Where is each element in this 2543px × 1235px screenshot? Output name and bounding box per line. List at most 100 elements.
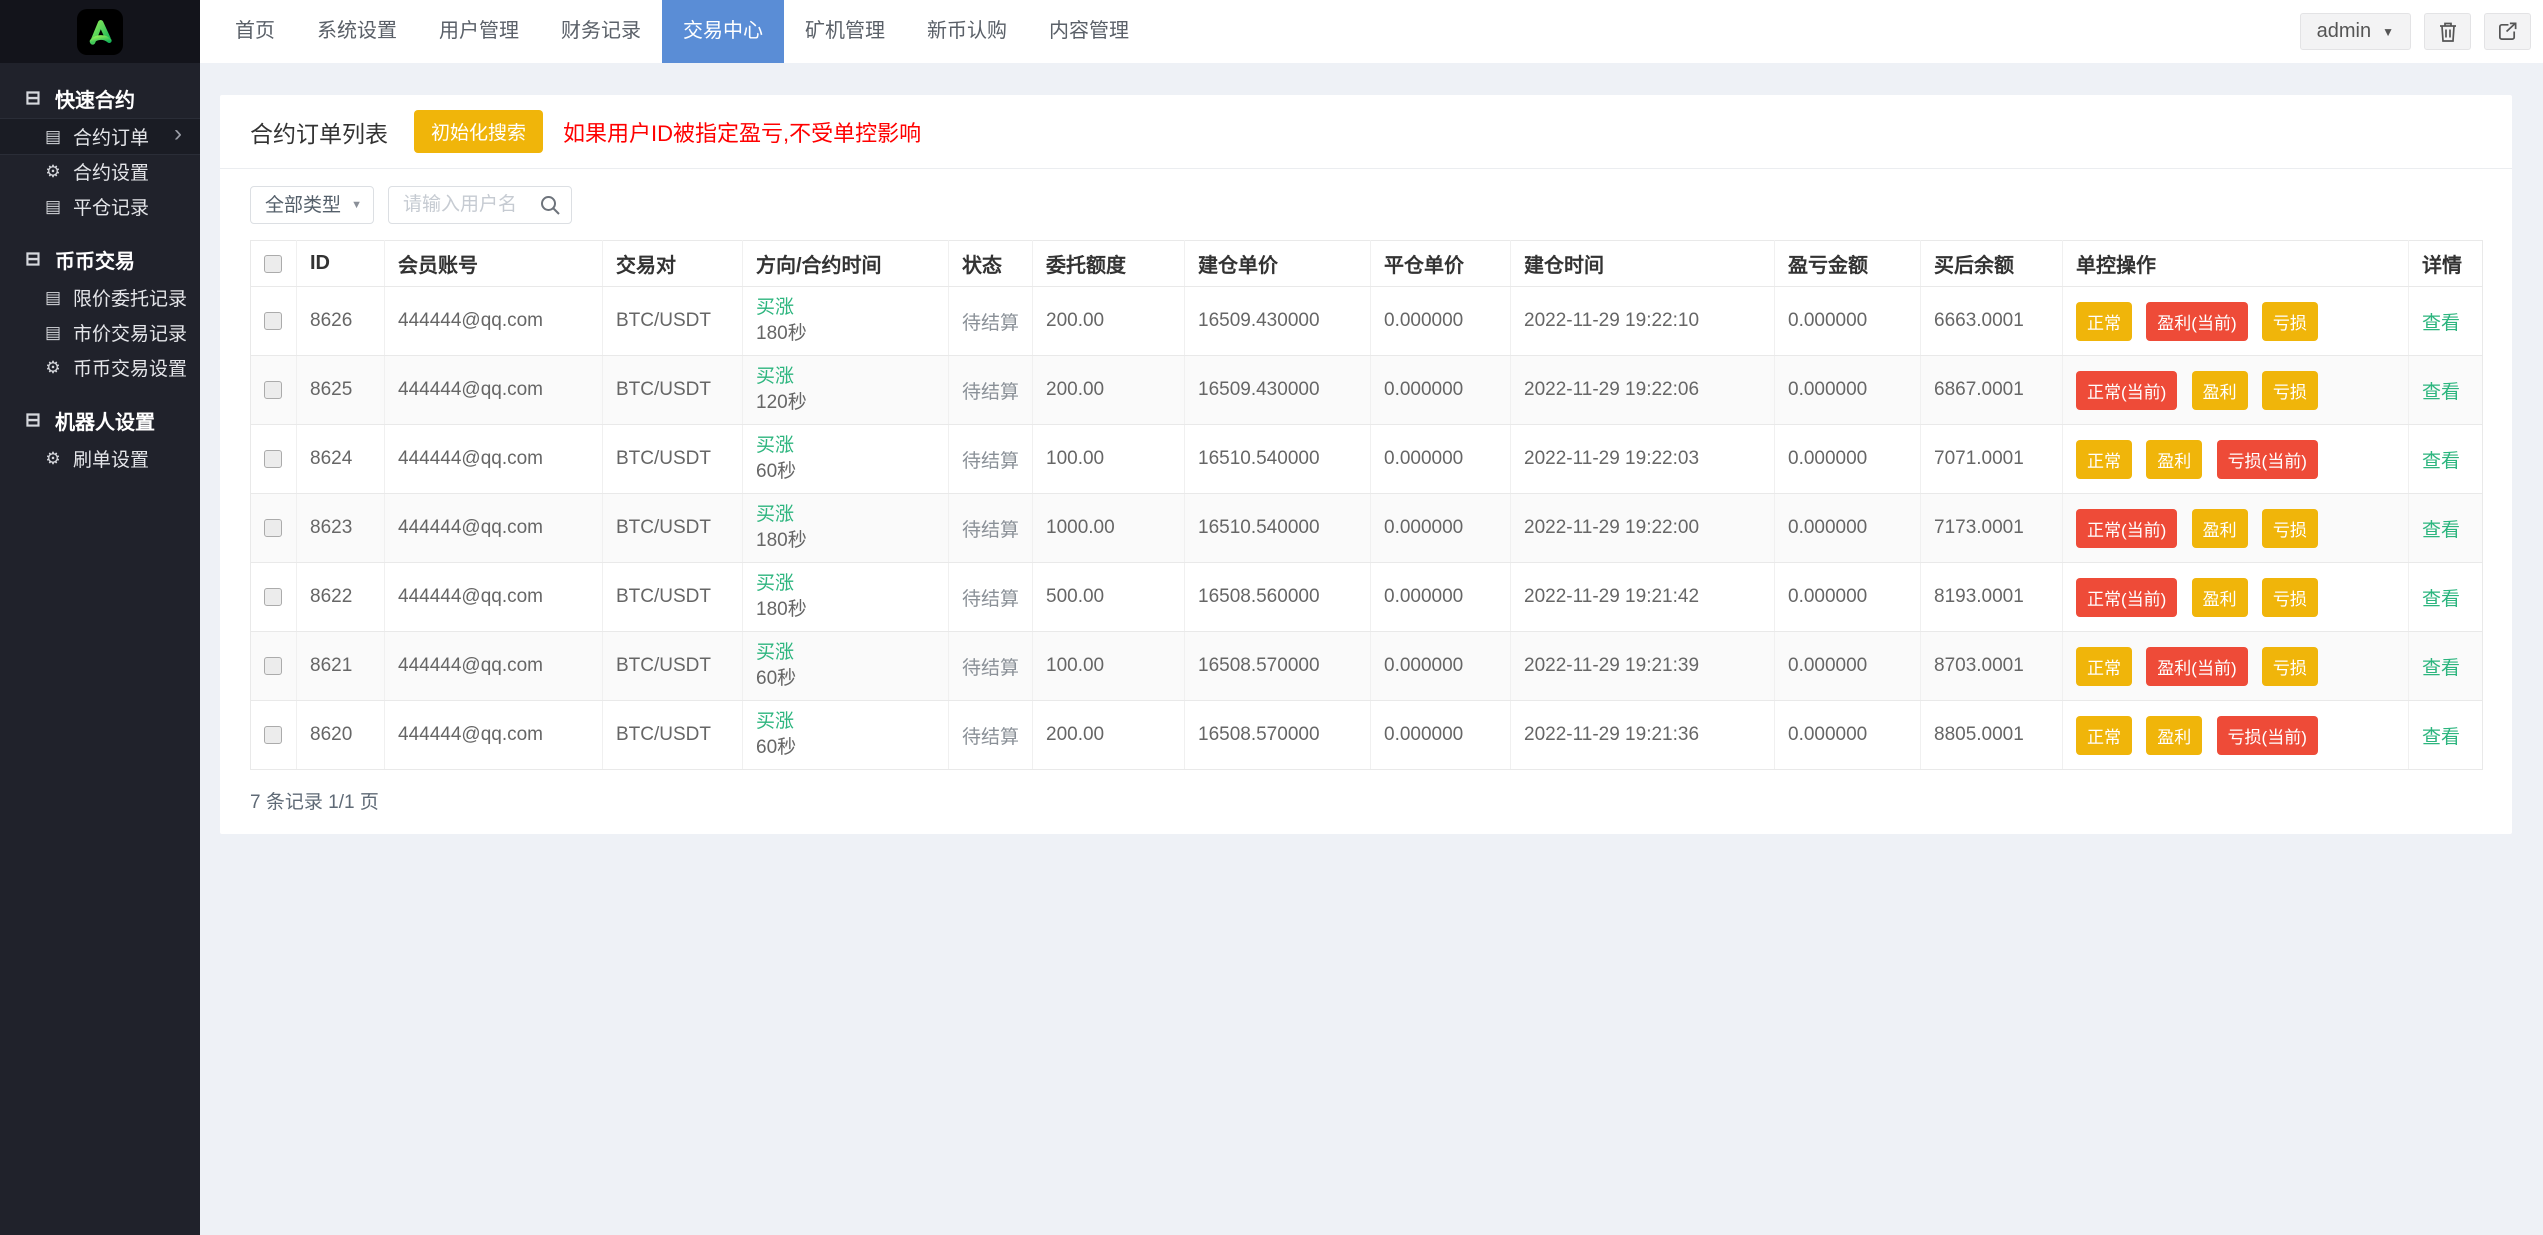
cell-open-price: 16510.540000 <box>1184 493 1371 563</box>
cell-pair: BTC/USDT <box>602 700 743 770</box>
cell-pair: BTC/USDT <box>602 493 743 563</box>
init-search-button[interactable]: 初始化搜索 <box>414 110 544 153</box>
nav-item[interactable]: 内容管理 <box>1028 0 1150 63</box>
sidebar-section-header[interactable]: 快速合约 <box>0 77 200 119</box>
cell-pnl: 0.000000 <box>1774 700 1921 770</box>
control-loss-button[interactable]: 亏损 <box>2261 370 2318 410</box>
cell-status: 待结算 <box>948 355 1033 425</box>
nav-item[interactable]: 新币认购 <box>906 0 1028 63</box>
cell-status: 待结算 <box>948 700 1033 770</box>
control-profit-button[interactable]: 盈利(当前) <box>2146 646 2248 686</box>
cell-open-price: 16508.570000 <box>1184 631 1371 701</box>
cell-close-price: 0.000000 <box>1370 562 1511 632</box>
cell-open-price: 16508.570000 <box>1184 700 1371 770</box>
select-all-checkbox[interactable] <box>264 254 282 273</box>
sidebar-item[interactable]: 限价委托记录 <box>0 280 200 315</box>
row-checkbox[interactable] <box>264 311 282 330</box>
user-menu-button[interactable]: admin ▼ <box>2299 13 2411 50</box>
duration-label: 180秒 <box>756 530 807 551</box>
nav-item[interactable]: 矿机管理 <box>784 0 906 63</box>
view-detail-link[interactable]: 查看 <box>2422 589 2460 610</box>
cell-status: 待结算 <box>948 286 1033 356</box>
cell-balance-after: 8805.0001 <box>1920 700 2063 770</box>
control-normal-button[interactable]: 正常(当前) <box>2076 508 2178 548</box>
cell-open-price: 16509.430000 <box>1184 355 1371 425</box>
sidebar-section-header[interactable]: 币币交易 <box>0 238 200 280</box>
control-profit-button[interactable]: 盈利(当前) <box>2146 301 2248 341</box>
nav-item[interactable]: 系统设置 <box>296 0 418 63</box>
duration-label: 180秒 <box>756 599 807 620</box>
section-label: 快速合约 <box>55 89 135 112</box>
view-detail-link[interactable]: 查看 <box>2422 520 2460 541</box>
control-normal-button[interactable]: 正常 <box>2076 715 2132 755</box>
control-normal-button[interactable]: 正常 <box>2076 439 2132 479</box>
view-detail-link[interactable]: 查看 <box>2422 727 2460 748</box>
cell-pair: BTC/USDT <box>602 562 743 632</box>
nav-item[interactable]: 财务记录 <box>540 0 662 63</box>
row-checkbox[interactable] <box>264 725 282 744</box>
control-profit-button[interactable]: 盈利 <box>2146 715 2203 755</box>
cell-id: 8620 <box>296 700 385 770</box>
control-loss-button[interactable]: 亏损 <box>2261 508 2318 548</box>
cell-id: 8626 <box>296 286 385 356</box>
row-checkbox[interactable] <box>264 380 282 399</box>
row-checkbox-cell <box>250 355 297 425</box>
control-profit-button[interactable]: 盈利 <box>2146 439 2203 479</box>
sidebar-item[interactable]: 市价交易记录 <box>0 315 200 350</box>
cell-status: 待结算 <box>948 562 1033 632</box>
control-profit-button[interactable]: 盈利 <box>2191 370 2248 410</box>
row-checkbox[interactable] <box>264 656 282 675</box>
cell-open-price: 16509.430000 <box>1184 286 1371 356</box>
cell-account: 444444@qq.com <box>384 424 603 494</box>
sidebar-item[interactable]: 合约订单 <box>0 119 200 154</box>
direction-label: 买涨 <box>756 297 795 318</box>
view-detail-link[interactable]: 查看 <box>2422 658 2460 679</box>
table-row: 8622 444444@qq.com BTC/USDT 买涨 180秒 待结算 … <box>250 562 2483 632</box>
sidebar-item-icon <box>42 198 64 215</box>
sidebar-item-label: 合约设置 <box>73 163 150 184</box>
trash-button[interactable] <box>2424 13 2471 50</box>
view-detail-link[interactable]: 查看 <box>2422 451 2460 472</box>
sidebar-item[interactable]: 刷单设置 <box>0 441 200 476</box>
row-checkbox[interactable] <box>264 587 282 606</box>
logout-button[interactable] <box>2484 13 2531 50</box>
cell-account: 444444@qq.com <box>384 355 603 425</box>
control-normal-button[interactable]: 正常 <box>2076 301 2132 341</box>
cell-status: 待结算 <box>948 493 1033 563</box>
sidebar-section-header[interactable]: 机器人设置 <box>0 399 200 441</box>
nav-item[interactable]: 用户管理 <box>418 0 540 63</box>
search-icon[interactable] <box>539 194 561 221</box>
control-profit-button[interactable]: 盈利 <box>2191 577 2248 617</box>
control-profit-button[interactable]: 盈利 <box>2191 508 2248 548</box>
view-detail-link[interactable]: 查看 <box>2422 382 2460 403</box>
nav-item[interactable]: 首页 <box>214 0 296 63</box>
row-checkbox[interactable] <box>264 518 282 537</box>
row-checkbox[interactable] <box>264 449 282 468</box>
sidebar-item-icon <box>42 128 64 145</box>
table-body: 8626 444444@qq.com BTC/USDT 买涨 180秒 待结算 … <box>250 286 2483 770</box>
control-loss-button[interactable]: 亏损 <box>2261 577 2318 617</box>
caret-down-icon: ▼ <box>2382 24 2394 39</box>
sidebar-item-label: 平仓记录 <box>73 198 150 219</box>
control-normal-button[interactable]: 正常(当前) <box>2076 577 2178 617</box>
sidebar-item-icon <box>42 450 64 467</box>
cell-open-time: 2022-11-29 19:22:03 <box>1510 424 1775 494</box>
sidebar-item[interactable]: 币币交易设置 <box>0 350 200 385</box>
control-normal-button[interactable]: 正常 <box>2076 646 2132 686</box>
sidebar-item[interactable]: 合约设置 <box>0 154 200 189</box>
sidebar-item[interactable]: 平仓记录 <box>0 189 200 224</box>
direction-label: 买涨 <box>756 504 795 525</box>
type-select[interactable]: 全部类型 <box>250 186 374 224</box>
cell-account: 444444@qq.com <box>384 286 603 356</box>
control-loss-button[interactable]: 亏损 <box>2261 646 2318 686</box>
sidebar-item-label: 市价交易记录 <box>73 324 188 345</box>
cell-id: 8622 <box>296 562 385 632</box>
nav-item[interactable]: 交易中心 <box>662 0 784 63</box>
control-loss-button[interactable]: 亏损(当前) <box>2216 439 2318 479</box>
control-loss-button[interactable]: 亏损 <box>2261 301 2318 341</box>
cell-status: 待结算 <box>948 631 1033 701</box>
view-detail-link[interactable]: 查看 <box>2422 313 2460 334</box>
column-header: 会员账号 <box>384 240 603 287</box>
control-loss-button[interactable]: 亏损(当前) <box>2216 715 2318 755</box>
control-normal-button[interactable]: 正常(当前) <box>2076 370 2178 410</box>
